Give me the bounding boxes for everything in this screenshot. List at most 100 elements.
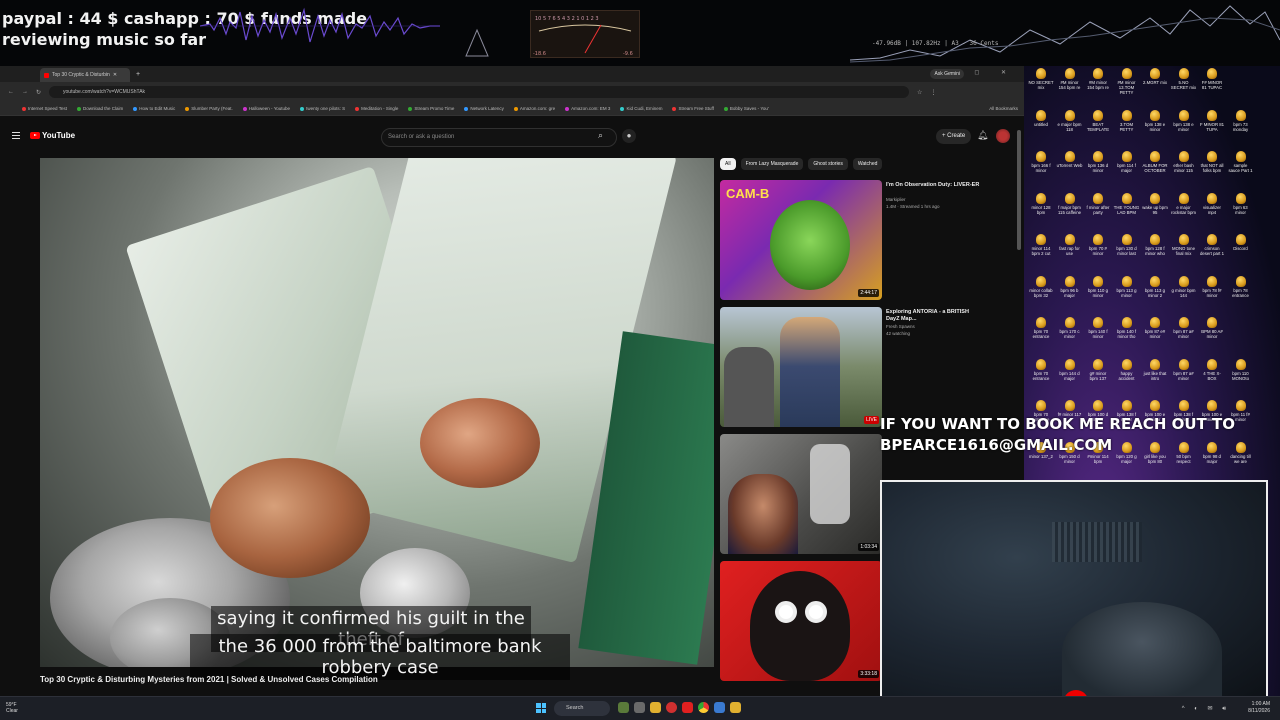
desktop-icon[interactable]: bpm 138 e minor xyxy=(1142,109,1168,132)
desktop-icon[interactable]: that NOT all folks bpm xyxy=(1199,151,1225,173)
bookmark-item[interactable]: Slumber Party (Feat. xyxy=(185,106,233,111)
video-player[interactable] xyxy=(40,158,714,667)
desktop-icon[interactable]: #M minor 154 bpm re xyxy=(1085,68,1111,90)
tab-close-icon[interactable]: ✕ xyxy=(113,72,117,78)
desktop-icon[interactable]: bpm 140 f minor tho xyxy=(1114,317,1140,339)
taskbar-search[interactable]: Search xyxy=(554,701,610,716)
search-input[interactable]: Search or ask a question xyxy=(381,128,617,147)
desktop-icon[interactable]: sample sauce Part 1 xyxy=(1228,151,1254,173)
forward-icon[interactable]: → xyxy=(22,89,28,95)
desktop-icon[interactable]: uTorrent Web xyxy=(1057,151,1083,168)
desktop-icon[interactable]: BEAT TEMPLATE xyxy=(1085,109,1111,132)
recommendation-title[interactable]: Exploring ANTORIA - a BRITISH DayZ Map..… xyxy=(886,309,982,323)
desktop-icon[interactable]: minor 114 bpm 2 cut xyxy=(1028,234,1054,256)
notifications-bell-icon[interactable]: 🔔︎ xyxy=(977,130,988,141)
search-icon[interactable]: ⌕ xyxy=(598,130,603,141)
system-tray[interactable]: ^ ◐ ✉ 🔊︎ xyxy=(1182,705,1230,713)
url-field[interactable]: youtube.com/watch?v=WCMUShTAk xyxy=(49,86,910,98)
desktop-icon[interactable]: bpm 70 # minor xyxy=(1085,234,1111,256)
channel-name[interactable]: Fresh Spawns xyxy=(886,323,982,330)
chrome-icon[interactable] xyxy=(698,702,709,713)
weather-widget[interactable]: 59°F Clear xyxy=(6,702,18,714)
desktop-icon[interactable]: f minor after party xyxy=(1085,192,1111,215)
channel-name[interactable]: Markiplier xyxy=(886,196,982,203)
taskbar-app-icon[interactable] xyxy=(618,702,629,713)
desktop-icon[interactable]: bpm 170 c minor xyxy=(1057,317,1083,339)
desktop-icon[interactable]: visualizer mp4 xyxy=(1199,192,1225,215)
desktop-icon[interactable]: bpm 130 d minor last xyxy=(1114,234,1140,256)
desktop-icon[interactable]: bpm 70 entrance xyxy=(1028,317,1054,339)
desktop-icon[interactable]: F MINOR 81 TUPA xyxy=(1199,109,1225,132)
app-icon[interactable] xyxy=(714,702,725,713)
tab-active[interactable]: Top 30 Cryptic & Disturbin ✕ xyxy=(40,68,130,82)
desktop-icon[interactable]: bpm 113 g minor 2 xyxy=(1142,275,1168,298)
bookmark-item[interactable]: twenty one pilots: S xyxy=(300,106,345,111)
bookmark-item[interactable]: Amazon.com: EM 3 xyxy=(565,106,610,111)
recommendation-item[interactable]: CAM-B 2:44:17 I'm On Observation Duty: L… xyxy=(720,180,1020,304)
desktop-icon[interactable]: ALBUM FOR OCTOBER xyxy=(1142,151,1168,173)
bookmark-item[interactable]: Kid Cudi, Eminem xyxy=(620,106,662,111)
chip-from-lazy-masquerade[interactable]: From Lazy Masquerade xyxy=(740,158,804,170)
desktop-icon[interactable]: bpm 166 f minor xyxy=(1028,151,1054,173)
desktop-icon[interactable]: Discord xyxy=(1228,234,1254,251)
desktop-icon[interactable]: bpm 87 e# minor xyxy=(1142,317,1168,339)
recorder-icon[interactable] xyxy=(666,702,677,713)
new-tab-icon[interactable]: + xyxy=(136,71,140,78)
clock[interactable]: 1:00 AM 8/11/2026 xyxy=(1248,701,1270,715)
desktop-icon[interactable]: minor 128 bpm xyxy=(1028,192,1054,215)
desktop-icon[interactable]: bpm 87 a# minor xyxy=(1171,358,1197,381)
desktop-icon[interactable]: 2.MGRT mix xyxy=(1142,68,1168,85)
desktop-icon[interactable]: bpm 114 f major xyxy=(1114,151,1140,173)
chip-all[interactable]: All xyxy=(720,158,736,170)
desktop-icon[interactable]: 4 THE X-BOX xyxy=(1199,358,1225,381)
avatar[interactable] xyxy=(996,129,1010,143)
menu-icon[interactable]: ⋮ xyxy=(930,89,936,96)
desktop-icon[interactable]: crimson desert part 1 xyxy=(1199,234,1225,256)
desktop-icon[interactable]: bpm 138 e minor xyxy=(1171,109,1197,132)
back-icon[interactable]: ← xyxy=(8,89,14,95)
desktop-icon[interactable]: bpm 78 f# minor xyxy=(1199,275,1225,298)
desktop-icon[interactable]: bpm 110 g minor xyxy=(1085,275,1111,298)
bookmark-item[interactable]: How to Edit Music xyxy=(133,106,175,111)
desktop-icon[interactable]: just like that intro xyxy=(1142,358,1168,381)
star-icon[interactable]: ☆ xyxy=(917,89,922,96)
create-button[interactable]: + Create xyxy=(936,129,972,144)
window-controls[interactable]: – ◻ ✕ xyxy=(949,69,1016,76)
recommendation-title[interactable]: I'm On Observation Duty: LIVER-ER xyxy=(886,182,982,189)
desktop-icon[interactable]: #M minor 154 bpm re xyxy=(1057,68,1083,90)
desktop-icon[interactable]: F# MINOR 81 TUPAC xyxy=(1199,68,1225,90)
recommendation-thumbnail[interactable]: CAM-B 2:44:17 xyxy=(720,180,882,300)
bookmark-item[interactable]: Stream Free Stuff xyxy=(672,106,714,111)
desktop-icon[interactable]: bpm 136 d minor xyxy=(1085,151,1111,173)
desktop-icon[interactable]: MONO tone final mix xyxy=(1171,234,1197,256)
desktop-icon[interactable]: THE YOUNG LAD BPM xyxy=(1114,192,1140,215)
bookmark-item[interactable]: Bobby Saves - You' xyxy=(723,106,769,111)
recommendation-item[interactable]: LIVE Exploring ANTORIA - a BRITISH DayZ … xyxy=(720,307,1020,431)
chip-ghost-stories[interactable]: Ghost stories xyxy=(808,158,848,170)
bookmark-item[interactable]: Network Latency xyxy=(464,106,504,111)
desktop-icon[interactable]: 3.TOM PETTY xyxy=(1114,109,1140,132)
desktop-icon[interactable]: bpm 110 MONOto xyxy=(1228,358,1254,381)
reload-icon[interactable]: ↻ xyxy=(36,89,41,96)
desktop-icon[interactable]: #M minor 13.TOM PETTY xyxy=(1114,68,1140,95)
desktop-icon[interactable]: 5.NO SECRET mix xyxy=(1171,68,1197,90)
bookmark-item[interactable]: Download the Claim xyxy=(76,106,123,111)
page-scrollbar[interactable] xyxy=(1017,130,1021,250)
desktop-icon[interactable]: ether bash minor 115 xyxy=(1171,151,1197,173)
youtube-app-icon[interactable] xyxy=(682,702,693,713)
desktop-icon[interactable]: bpm 63 minor xyxy=(1228,192,1254,215)
bookmark-item[interactable]: Internet Speed Test xyxy=(22,106,67,111)
bookmark-item[interactable]: Meditation - Single xyxy=(355,106,398,111)
desktop-icon[interactable]: BPM 80 A# minor xyxy=(1199,317,1225,339)
task-view-icon[interactable] xyxy=(634,702,645,713)
desktop-icon[interactable]: g# minor bpm 137 xyxy=(1085,358,1111,381)
recommendation-thumbnail[interactable]: 3:33:18 xyxy=(720,561,882,681)
desktop-icon[interactable]: fast rap for use xyxy=(1057,234,1083,256)
desktop-icon[interactable]: bpm 96 b major xyxy=(1057,275,1083,298)
desktop-icon[interactable]: bpm 128 f minor who xyxy=(1142,234,1168,256)
desktop-icon[interactable]: bpm 73 monday xyxy=(1228,109,1254,132)
bookmark-item[interactable]: Halloween - Youtube xyxy=(242,106,290,111)
desktop-icon[interactable]: f major bpm 115 caffeine xyxy=(1057,192,1083,215)
desktop-icon[interactable]: happy accident xyxy=(1114,358,1140,381)
desktop-icon[interactable]: e major bpm 118 xyxy=(1057,109,1083,132)
